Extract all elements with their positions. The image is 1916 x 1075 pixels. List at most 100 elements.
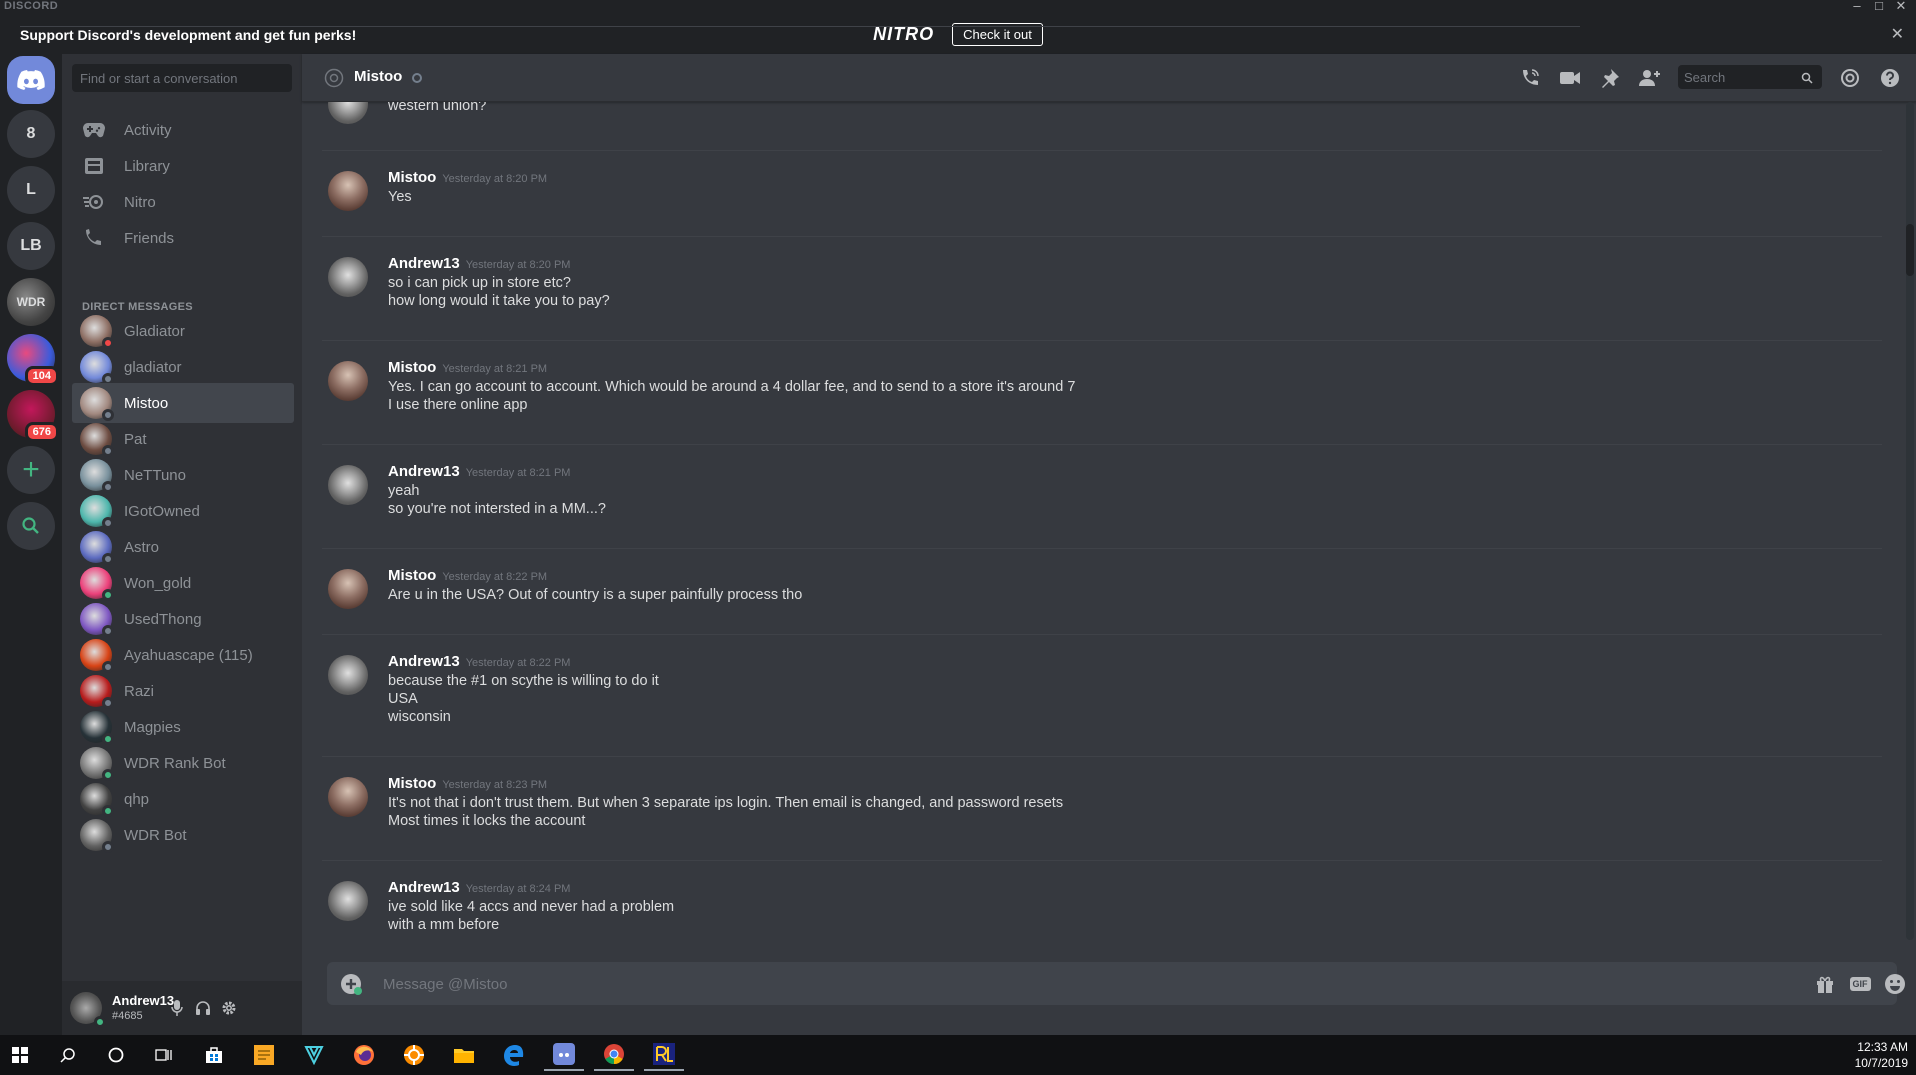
dm-item[interactable]: Razi	[72, 671, 294, 711]
message-timestamp: Yesterday at 8:22 PM	[442, 571, 548, 583]
server-wdr[interactable]: WDR	[7, 278, 55, 326]
dm-item[interactable]: Won_gold	[72, 563, 294, 603]
avatar[interactable]	[328, 361, 368, 401]
store-icon[interactable]	[194, 1039, 234, 1071]
dm-item[interactable]: WDR Bot	[72, 815, 294, 855]
phone-call-icon[interactable]	[1518, 66, 1542, 90]
author-name[interactable]: Mistoo	[388, 567, 436, 584]
dm-name: Razi	[124, 682, 155, 700]
nav-label: Nitro	[124, 193, 156, 211]
file-explorer-icon[interactable]	[444, 1039, 484, 1071]
windows-start-icon[interactable]	[0, 1039, 40, 1071]
home-button[interactable]	[7, 56, 55, 104]
message-author[interactable]: Andrew13 Yesterday at 8:20 PM	[388, 255, 570, 272]
nav-library[interactable]: Library	[72, 146, 294, 186]
message-author[interactable]: Andrew13 Yesterday at 8:24 PM	[388, 879, 570, 896]
server-icon-6[interactable]: 676	[7, 390, 59, 442]
dm-item[interactable]: Astro	[72, 527, 294, 567]
cortana-icon[interactable]	[96, 1039, 136, 1071]
video-call-icon[interactable]	[1558, 66, 1582, 90]
add-server-button[interactable]: +	[7, 446, 55, 494]
server-l[interactable]: L	[7, 166, 55, 214]
dm-item[interactable]: IGotOwned	[72, 491, 294, 531]
sticky-notes-icon[interactable]	[244, 1039, 284, 1071]
maximize-button[interactable]: □	[1868, 0, 1890, 13]
nav-activity[interactable]: Activity	[72, 110, 294, 150]
task-view-icon[interactable]	[144, 1039, 184, 1071]
server-icon-5[interactable]: 104	[7, 334, 59, 386]
nav-nitro[interactable]: Nitro	[72, 182, 294, 222]
author-name[interactable]: Andrew13	[388, 653, 460, 670]
search-icon	[22, 517, 39, 534]
nitro-icon	[82, 190, 106, 214]
message-author[interactable]: Mistoo Yesterday at 8:20 PM	[388, 169, 547, 186]
app-icon-teal[interactable]	[294, 1039, 334, 1071]
dm-item[interactable]: NeTTuno	[72, 455, 294, 495]
avatar[interactable]	[328, 171, 368, 211]
message-text: yeah	[388, 483, 420, 499]
message-author[interactable]: Mistoo Yesterday at 8:23 PM	[388, 775, 547, 792]
headphones-icon[interactable]	[192, 997, 214, 1019]
message-scrollbar[interactable]	[1906, 102, 1914, 940]
mentions-icon[interactable]	[1838, 66, 1862, 90]
author-name[interactable]: Mistoo	[388, 169, 436, 186]
avatar[interactable]	[328, 881, 368, 921]
message-author[interactable]: Andrew13 Yesterday at 8:21 PM	[388, 463, 570, 480]
edge-icon[interactable]	[494, 1039, 534, 1071]
avatar	[80, 423, 114, 457]
server-8[interactable]: 8	[7, 110, 55, 158]
add-friend-icon[interactable]	[1638, 66, 1662, 90]
discord-taskbar-icon[interactable]	[544, 1039, 584, 1071]
message-text: western union?	[388, 102, 487, 114]
author-name[interactable]: Andrew13	[388, 879, 460, 896]
gear-icon[interactable]	[218, 997, 240, 1019]
dm-item[interactable]: Ayahuascape (115)	[72, 635, 294, 675]
dm-item[interactable]: Mistoo	[72, 383, 294, 423]
system-clock[interactable]: 12:33 AM 10/7/2019	[1855, 1039, 1908, 1071]
message-author[interactable]: Mistoo Yesterday at 8:22 PM	[388, 567, 547, 584]
message-input[interactable]	[383, 970, 1683, 998]
firefox-icon[interactable]	[344, 1039, 384, 1071]
author-name[interactable]: Andrew13	[388, 255, 460, 272]
scrollbar-thumb[interactable]	[1906, 224, 1914, 276]
minimize-button[interactable]: –	[1846, 0, 1868, 13]
emoji-icon[interactable]	[1883, 972, 1907, 996]
dm-item[interactable]: Gladiator	[72, 311, 294, 351]
message-text: I use there online app	[388, 397, 528, 413]
server-lb[interactable]: LB	[7, 222, 55, 270]
orange-app-icon[interactable]	[394, 1039, 434, 1071]
banner-message: Support Discord's development and get fu…	[20, 25, 1580, 43]
author-name[interactable]: Mistoo	[388, 359, 436, 376]
avatar[interactable]	[328, 257, 368, 297]
avatar[interactable]	[328, 465, 368, 505]
nav-friends[interactable]: Friends	[72, 218, 294, 258]
close-window-button[interactable]: ✕	[1890, 0, 1912, 14]
message-author[interactable]: Mistoo Yesterday at 8:21 PM	[388, 359, 547, 376]
gif-button[interactable]: GIF	[1847, 972, 1873, 996]
pin-icon[interactable]	[1598, 66, 1622, 90]
upload-icon[interactable]	[339, 972, 363, 996]
close-banner-icon[interactable]: ✕	[1891, 24, 1904, 44]
avatar[interactable]	[328, 569, 368, 609]
message-author[interactable]: Andrew13 Yesterday at 8:22 PM	[388, 653, 570, 670]
dm-item[interactable]: Magpies	[72, 707, 294, 747]
find-conversation-input[interactable]	[72, 64, 292, 92]
dm-item[interactable]: UsedThong	[72, 599, 294, 639]
explore-servers-button[interactable]	[7, 502, 55, 550]
gift-icon[interactable]	[1813, 972, 1837, 996]
dm-item[interactable]: gladiator	[72, 347, 294, 387]
author-name[interactable]: Mistoo	[388, 775, 436, 792]
chrome-icon[interactable]	[594, 1039, 634, 1071]
search-icon[interactable]	[48, 1039, 88, 1071]
avatar[interactable]	[328, 777, 368, 817]
rl-app-icon[interactable]	[644, 1039, 684, 1071]
dm-item[interactable]: WDR Rank Bot	[72, 743, 294, 783]
avatar[interactable]	[328, 102, 368, 124]
dm-item[interactable]: Pat	[72, 419, 294, 459]
avatar[interactable]	[328, 655, 368, 695]
microphone-icon[interactable]	[166, 997, 188, 1019]
help-icon[interactable]	[1878, 66, 1902, 90]
dm-item[interactable]: qhp	[72, 779, 294, 819]
avatar	[80, 531, 114, 565]
author-name[interactable]: Andrew13	[388, 463, 460, 480]
